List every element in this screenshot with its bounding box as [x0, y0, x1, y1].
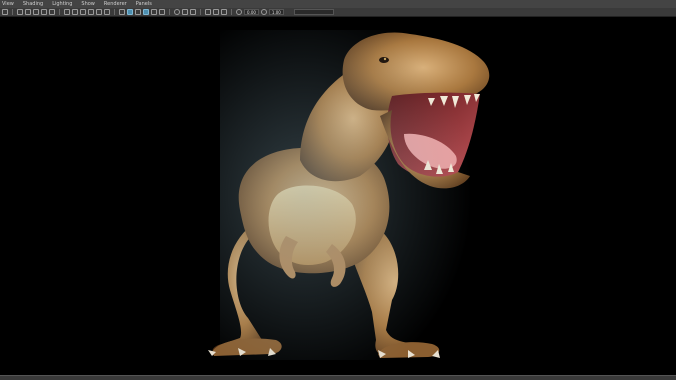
- camera-icon[interactable]: [2, 9, 8, 15]
- bookmark-icon[interactable]: [33, 9, 39, 15]
- use-all-lights-icon[interactable]: [151, 9, 157, 15]
- shadows-icon[interactable]: [159, 9, 165, 15]
- toolbar-divider: [12, 9, 13, 15]
- toolbar-divider: [231, 9, 232, 15]
- wireframe-icon[interactable]: [119, 9, 125, 15]
- grid-icon[interactable]: [49, 9, 55, 15]
- exposure-icon[interactable]: [236, 9, 242, 15]
- menu-show[interactable]: Show: [81, 0, 95, 8]
- xray-joints-icon[interactable]: [221, 9, 227, 15]
- toolbar-divider: [169, 9, 170, 15]
- viewport-3d[interactable]: [0, 18, 676, 375]
- multisample-aa-icon[interactable]: [190, 9, 196, 15]
- menu-panels[interactable]: Panels: [136, 0, 152, 8]
- motion-blur-icon[interactable]: [182, 9, 188, 15]
- toolbar-divider: [114, 9, 115, 15]
- screen-space-ao-icon[interactable]: [174, 9, 180, 15]
- tyrannosaurus-model: [208, 30, 500, 360]
- xray-icon[interactable]: [213, 9, 219, 15]
- gate-mask-icon[interactable]: [80, 9, 86, 15]
- select-camera-icon[interactable]: [17, 9, 23, 15]
- image-plane-icon[interactable]: [41, 9, 47, 15]
- menu-renderer[interactable]: Renderer: [104, 0, 127, 8]
- toolbar-divider: [200, 9, 201, 15]
- resolution-gate-icon[interactable]: [72, 9, 78, 15]
- color-space-dropdown[interactable]: [293, 9, 334, 15]
- wireframe-on-shaded-icon[interactable]: [135, 9, 141, 15]
- film-gate-icon[interactable]: [64, 9, 70, 15]
- panel-menu-bar: View Shading Lighting Show Renderer Pane…: [0, 0, 676, 8]
- camera-attributes-icon[interactable]: [25, 9, 31, 15]
- gamma-icon[interactable]: [260, 9, 267, 15]
- gamma-field[interactable]: 1.00: [268, 9, 284, 15]
- safe-title-icon[interactable]: [104, 9, 110, 15]
- viewport-toolbar: 0.00 1.00: [0, 8, 676, 17]
- toolbar-divider: [59, 9, 60, 15]
- menu-view[interactable]: View: [2, 0, 14, 8]
- smooth-shade-icon[interactable]: [127, 9, 133, 15]
- menu-shading[interactable]: Shading: [23, 0, 43, 8]
- field-chart-icon[interactable]: [88, 9, 94, 15]
- status-bar: [0, 375, 676, 380]
- isolate-select-icon[interactable]: [205, 9, 211, 15]
- textured-icon[interactable]: [143, 9, 149, 15]
- menu-lighting[interactable]: Lighting: [52, 0, 72, 8]
- safe-action-icon[interactable]: [96, 9, 102, 15]
- exposure-field[interactable]: 0.00: [244, 9, 259, 15]
